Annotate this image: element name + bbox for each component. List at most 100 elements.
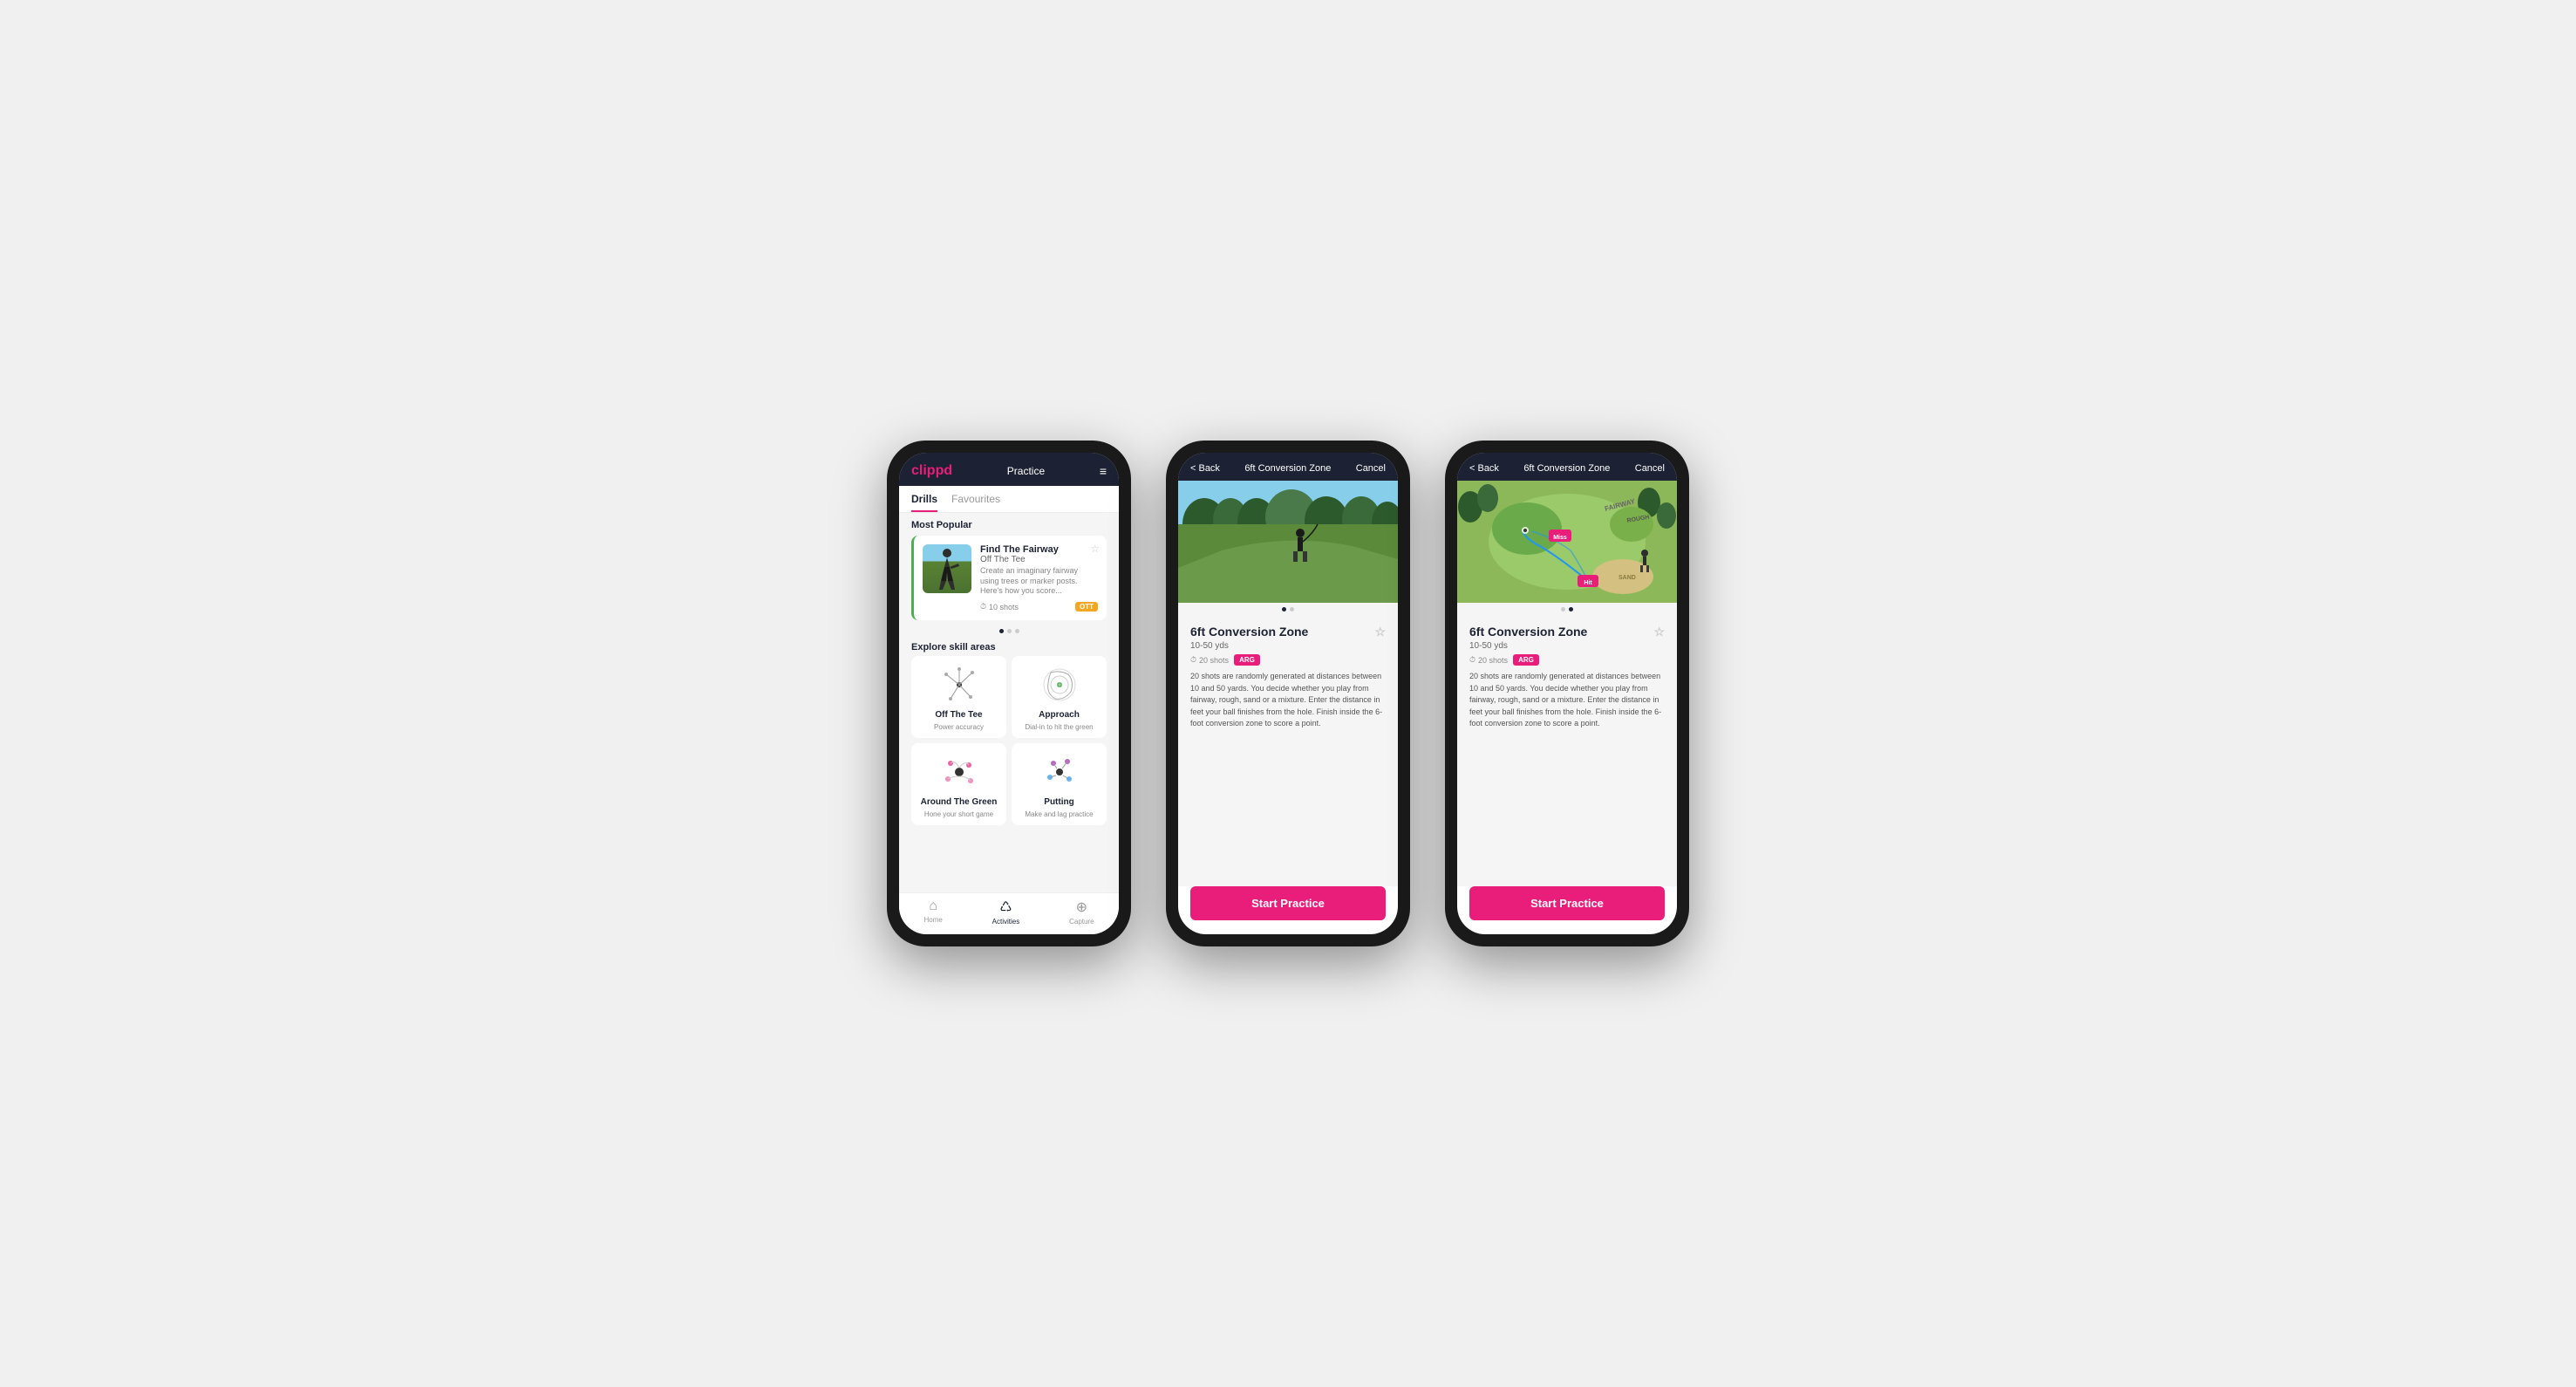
drill-star[interactable]: ☆ (1374, 625, 1386, 639)
drill-star-3[interactable]: ☆ (1653, 625, 1665, 639)
phone-3-content: 6ft Conversion Zone ☆ 10-50 yds ⏱ 20 sho… (1457, 616, 1677, 886)
shots-count-3: 20 shots (1478, 656, 1508, 665)
cancel-button[interactable]: Cancel (1356, 463, 1386, 474)
card-image (923, 544, 971, 593)
phone-3-screen: < Back 6ft Conversion Zone Cancel (1457, 453, 1677, 934)
drill-shots-3: ⏱ 20 shots (1469, 655, 1508, 665)
card-footer: ⏱ 10 shots OTT (980, 602, 1098, 612)
phone-2: < Back 6ft Conversion Zone Cancel (1166, 441, 1410, 946)
skill-grid: Off The Tee Power accuracy (899, 656, 1119, 825)
dot-2 (1007, 629, 1012, 633)
header-title: 6ft Conversion Zone (1244, 463, 1331, 474)
drill-description-3: 20 shots are randomly generated at dista… (1469, 671, 1665, 730)
shots-row-3: ⏱ 20 shots ARG (1469, 654, 1665, 666)
header-title-3: 6ft Conversion Zone (1523, 463, 1610, 474)
skill-putting[interactable]: Putting Make and lag practice (1012, 743, 1107, 825)
phone-1-content: Most Popular (899, 513, 1119, 892)
atg-icon-area (933, 750, 985, 794)
svg-text:Hit: Hit (1584, 580, 1592, 586)
tab-favourites[interactable]: Favourites (951, 486, 1000, 512)
skill-name-atg: Around The Green (921, 797, 998, 807)
phone-3: < Back 6ft Conversion Zone Cancel (1445, 441, 1689, 946)
drill-title-row-3: 6ft Conversion Zone ☆ (1469, 625, 1665, 639)
golfer-image (923, 544, 971, 593)
skill-name-ott: Off The Tee (935, 710, 982, 720)
skill-desc-putting: Make and lag practice (1025, 810, 1093, 818)
shots-count: 10 shots (989, 603, 1019, 612)
img-dot-3-1 (1561, 607, 1565, 612)
nav-capture[interactable]: ⊕ Capture (1069, 898, 1094, 926)
activities-label: Activities (992, 918, 1020, 926)
phone-2-header: < Back 6ft Conversion Zone Cancel (1178, 453, 1398, 481)
phone-2-screen: < Back 6ft Conversion Zone Cancel (1178, 453, 1398, 934)
start-practice-button-3[interactable]: Start Practice (1469, 886, 1665, 920)
home-label: Home (923, 916, 942, 924)
image-dots-3 (1457, 603, 1677, 616)
img-dot-2 (1290, 607, 1294, 612)
drill-description: 20 shots are randomly generated at dista… (1190, 671, 1386, 730)
bottom-nav: ⌂ Home ♺ Activities ⊕ Capture (899, 892, 1119, 934)
drill-yardage-3: 10-50 yds (1469, 641, 1665, 651)
app-container: clippd Practice ≡ Drills Favourites Most… (887, 441, 1689, 946)
drill-shots: ⏱ 20 shots (1190, 655, 1229, 665)
skill-name-putting: Putting (1044, 797, 1073, 807)
popular-card[interactable]: Find The Fairway Off The Tee Create an i… (911, 536, 1107, 620)
card-subtitle: Off The Tee (980, 555, 1098, 564)
arg-badge-3: ARG (1513, 654, 1539, 666)
skill-name-approach: Approach (1039, 710, 1080, 720)
svg-text:SAND: SAND (1619, 575, 1636, 581)
phone-3-header: < Back 6ft Conversion Zone Cancel (1457, 453, 1677, 481)
drill-title: 6ft Conversion Zone (1190, 625, 1308, 639)
img-dot-1 (1282, 607, 1286, 612)
putting-icon-area (1033, 750, 1086, 794)
drill-map-image: Hit Miss FAIRWAY ROUGH SAND (1457, 481, 1677, 603)
golf-photo (1178, 481, 1398, 603)
nav-home[interactable]: ⌂ Home (923, 898, 942, 926)
tabs-bar: Drills Favourites (899, 486, 1119, 513)
skill-desc-ott: Power accuracy (934, 723, 984, 731)
card-body: Find The Fairway Off The Tee Create an i… (980, 544, 1098, 612)
shots-info: ⏱ 10 shots (980, 602, 1019, 612)
svg-text:Miss: Miss (1553, 535, 1567, 541)
ott-badge: OTT (1075, 602, 1098, 612)
nav-activities[interactable]: ♺ Activities (992, 898, 1020, 926)
clock-icon-3: ⏱ (1469, 655, 1475, 665)
card-title: Find The Fairway (980, 544, 1098, 555)
back-button-3[interactable]: < Back (1469, 463, 1499, 474)
dot-1 (999, 629, 1004, 633)
img-dot-3-2 (1569, 607, 1573, 612)
phone-2-content: 6ft Conversion Zone ☆ 10-50 yds ⏱ 20 sho… (1178, 616, 1398, 886)
app-logo: clippd (911, 463, 952, 479)
approach-icon-area (1033, 663, 1086, 707)
phone-1: clippd Practice ≡ Drills Favourites Most… (887, 441, 1131, 946)
skill-approach[interactable]: Approach Dial-in to hit the green (1012, 656, 1107, 738)
home-icon: ⌂ (929, 898, 937, 914)
phone-1-header: clippd Practice ≡ (899, 453, 1119, 486)
activities-icon: ♺ (999, 898, 1012, 916)
shots-count-2: 20 shots (1199, 656, 1229, 665)
skill-desc-approach: Dial-in to hit the green (1025, 723, 1093, 731)
nav-title: Practice (1007, 465, 1045, 477)
explore-title: Explore skill areas (899, 637, 1119, 656)
tab-drills[interactable]: Drills (911, 486, 937, 512)
card-dots (899, 625, 1119, 637)
star-icon[interactable]: ☆ (1090, 543, 1100, 555)
clock-icon: ⏱ (980, 602, 986, 612)
drill-title-row: 6ft Conversion Zone ☆ (1190, 625, 1386, 639)
phone-1-screen: clippd Practice ≡ Drills Favourites Most… (899, 453, 1119, 934)
arg-badge: ARG (1234, 654, 1260, 666)
capture-icon: ⊕ (1076, 898, 1087, 916)
skill-off-tee[interactable]: Off The Tee Power accuracy (911, 656, 1006, 738)
back-button[interactable]: < Back (1190, 463, 1220, 474)
drill-image (1178, 481, 1398, 603)
shots-row: ⏱ 20 shots ARG (1190, 654, 1386, 666)
skill-desc-atg: Hone your short game (924, 810, 993, 818)
capture-label: Capture (1069, 918, 1094, 926)
start-practice-button[interactable]: Start Practice (1190, 886, 1386, 920)
dot-3 (1015, 629, 1019, 633)
menu-icon[interactable]: ≡ (1100, 464, 1107, 478)
off-tee-icon-area (933, 663, 985, 707)
clock-icon-2: ⏱ (1190, 655, 1196, 665)
cancel-button-3[interactable]: Cancel (1635, 463, 1665, 474)
skill-atg[interactable]: Around The Green Hone your short game (911, 743, 1006, 825)
